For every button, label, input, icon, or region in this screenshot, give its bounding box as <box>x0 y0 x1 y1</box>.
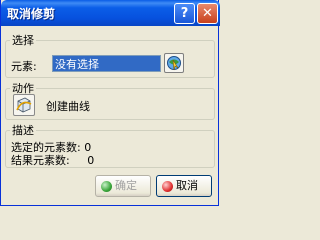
selection-legend: 选择 <box>12 34 34 47</box>
description-legend: 描述 <box>12 124 34 137</box>
close-button[interactable]: ✕ <box>197 3 218 24</box>
create-curve-toggle[interactable] <box>13 94 35 116</box>
action-label: 创建曲线 <box>46 100 90 113</box>
ok-icon <box>101 181 112 192</box>
cancel-button[interactable]: 取消 <box>156 175 212 197</box>
element-label: 元素: <box>11 60 37 73</box>
cancel-icon <box>162 181 173 192</box>
element-picker-icon <box>167 56 181 71</box>
create-curve-icon <box>16 97 32 113</box>
result-count-row: 结果元素数: 0 <box>11 152 94 168</box>
title-bar[interactable]: 取消修剪 ? ✕ <box>1 0 220 26</box>
action-group: 动作 <box>5 80 215 120</box>
untrim-dialog: 取消修剪 ? ✕ 选择 元素: 没有选择 动作 创建曲线 描述 选定的元素数: … <box>0 0 220 206</box>
result-count-value: 0 <box>87 154 95 167</box>
ok-button[interactable]: 确定 <box>95 175 151 197</box>
element-selection-field[interactable]: 没有选择 <box>52 55 161 72</box>
cancel-label: 取消 <box>176 179 198 192</box>
ok-label: 确定 <box>115 179 137 192</box>
result-count-label: 结果元素数: <box>11 154 70 167</box>
element-picker-button[interactable] <box>164 53 184 73</box>
dialog-title: 取消修剪 <box>7 7 56 21</box>
help-button[interactable]: ? <box>174 3 195 24</box>
